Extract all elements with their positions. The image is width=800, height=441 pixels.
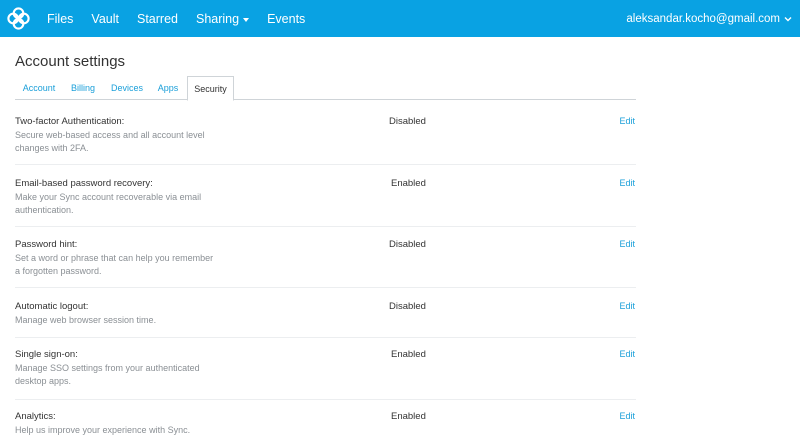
tab-billing[interactable]: Billing [65,76,101,100]
setting-status: Disabled [389,239,426,250]
setting-title: Automatic logout: [15,301,89,312]
setting-row-analytics: Analytics: Help us improve your experien… [15,400,636,441]
user-menu[interactable]: aleksandar.kocho@gmail.com [626,0,792,37]
chevron-down-icon [784,16,792,21]
tab-devices[interactable]: Devices [107,76,147,100]
tab-security[interactable]: Security [187,76,234,101]
edit-link[interactable]: Edit [619,411,635,421]
setting-row-single-sign-on: Single sign-on: Manage SSO settings from… [15,338,636,400]
setting-row-email-recovery: Email-based password recovery: Make your… [15,165,636,227]
main-nav: Files Vault Starred Sharing Events [47,0,323,37]
nav-files[interactable]: Files [47,12,73,26]
user-email: aleksandar.kocho@gmail.com [626,12,780,25]
setting-description: Set a word or phrase that can help you r… [15,253,214,276]
settings-tabs: Account Billing Devices Apps Security [15,76,636,101]
setting-status: Disabled [389,116,426,127]
top-navigation-bar: Files Vault Starred Sharing Events aleks… [0,0,800,37]
nav-sharing[interactable]: Sharing [195,11,250,26]
nav-sharing-label: Sharing [195,11,240,26]
setting-row-automatic-logout: Automatic logout: Manage web browser ses… [15,288,636,338]
nav-vault[interactable]: Vault [91,12,119,26]
tab-account[interactable]: Account [15,76,63,100]
sync-logo-icon[interactable] [6,6,31,31]
setting-title: Password hint: [15,239,78,250]
page-title: Account settings [15,53,126,70]
edit-link[interactable]: Edit [619,116,635,126]
tab-apps[interactable]: Apps [153,76,183,100]
caret-down-icon [243,17,250,22]
setting-description: Manage SSO settings from your authentica… [15,363,200,386]
setting-description: Make your Sync account recoverable via e… [15,192,202,215]
setting-title: Analytics: [15,411,56,422]
setting-description: Help us improve your experience with Syn… [15,425,191,435]
edit-link[interactable]: Edit [619,349,635,359]
setting-title: Single sign-on: [15,349,78,360]
setting-status: Enabled [391,178,426,189]
nav-starred[interactable]: Starred [137,12,178,26]
setting-status: Enabled [391,349,426,360]
setting-row-password-hint: Password hint: Set a word or phrase that… [15,227,636,288]
edit-link[interactable]: Edit [619,178,635,188]
nav-events[interactable]: Events [267,12,305,26]
edit-link[interactable]: Edit [619,239,635,249]
edit-link[interactable]: Edit [619,301,635,311]
setting-status: Enabled [391,411,426,422]
setting-title: Two-factor Authentication: [15,116,125,127]
setting-description: Secure web-based access and all account … [15,130,205,153]
setting-row-two-factor: Two-factor Authentication: Secure web-ba… [15,110,636,165]
setting-description: Manage web browser session time. [15,315,157,325]
setting-status: Disabled [389,301,426,312]
setting-title: Email-based password recovery: [15,178,153,189]
